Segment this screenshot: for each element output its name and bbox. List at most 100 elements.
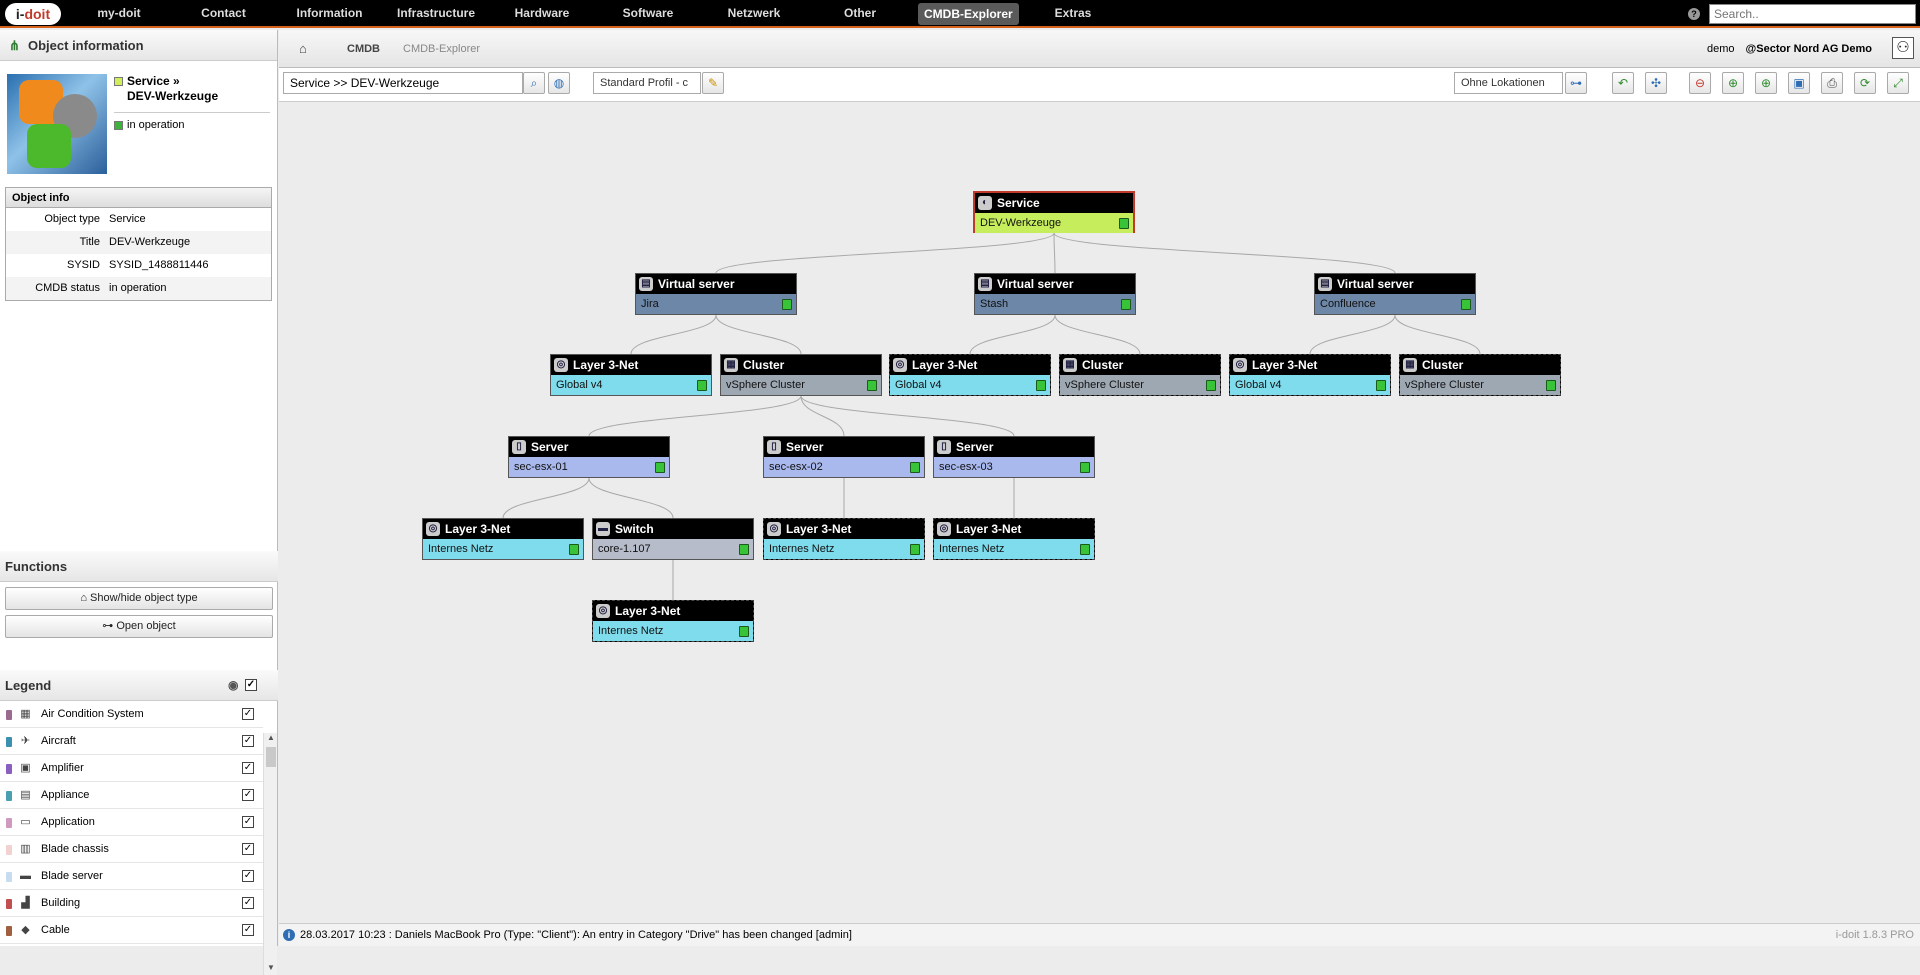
nav-contact[interactable]: Contact: [196, 0, 251, 26]
graph-node[interactable]: ◐ Service DEV-Werkzeuge: [973, 191, 1135, 233]
avatar-icon[interactable]: ⚇: [1892, 37, 1914, 59]
status-indicator: [697, 380, 707, 391]
fullscreen-icon[interactable]: ⤢: [1887, 72, 1909, 94]
zoom-in-icon[interactable]: ⊕: [1755, 72, 1777, 94]
i-doit-logo[interactable]: i-doit: [5, 3, 61, 25]
graph-edge: [800, 395, 1015, 437]
node-title-bar: Confluence: [1315, 294, 1475, 314]
graph-node[interactable]: ▯ Server sec-esx-02: [763, 436, 925, 478]
global-search-input[interactable]: [1709, 4, 1916, 24]
legend-item-checkbox[interactable]: ✓: [242, 870, 254, 882]
legend-item-checkbox[interactable]: ✓: [242, 897, 254, 909]
graph-node[interactable]: ◎ Layer 3-Net Internes Netz: [592, 600, 754, 642]
graph-node[interactable]: ▦ Cluster vSphere Cluster: [1059, 354, 1221, 396]
legend-item-checkbox[interactable]: ✓: [242, 708, 254, 720]
info-row-cmdb-status: CMDB status in operation: [6, 277, 271, 300]
legend-item-label: Cable: [41, 924, 70, 936]
nav-information[interactable]: Information: [292, 0, 367, 26]
profile-select[interactable]: Standard Profil - c: [593, 72, 701, 94]
legend-type-icon: ▤: [20, 789, 31, 801]
cmdb-explorer-canvas[interactable]: ◐ Service DEV-Werkzeuge ▤ Virtual server Jira…: [279, 103, 1920, 923]
legend-scrollbar[interactable]: ▲ ▼: [263, 733, 277, 975]
nav-hardware[interactable]: Hardware: [512, 0, 572, 26]
status-indicator: [1461, 299, 1471, 310]
nav-my-doit[interactable]: my-doit: [88, 0, 150, 26]
color-wheel-icon[interactable]: ◍: [548, 72, 570, 94]
nav-netzwerk[interactable]: Netzwerk: [724, 0, 784, 26]
legend-item[interactable]: ▤ Appliance ✓: [0, 782, 263, 809]
legend-item[interactable]: ▟ Building ✓: [0, 890, 263, 917]
nav-infrastructure[interactable]: Infrastructure: [394, 0, 478, 26]
graph-node[interactable]: ◎ Layer 3-Net Internes Netz: [933, 518, 1095, 560]
node-title: Internes Netz: [939, 543, 1005, 555]
graph-node[interactable]: ▤ Virtual server Confluence: [1314, 273, 1476, 315]
scroll-up-icon[interactable]: ▲: [264, 733, 278, 745]
eye-icon[interactable]: ◉: [228, 679, 244, 691]
print-icon[interactable]: ⎙: [1821, 72, 1843, 94]
graph-node[interactable]: ◎ Layer 3-Net Global v4: [889, 354, 1051, 396]
legend-item-checkbox[interactable]: ✓: [242, 789, 254, 801]
node-type-label: Layer 3-Net: [445, 522, 511, 536]
graph-node[interactable]: ▯ Server sec-esx-01: [508, 436, 670, 478]
layout-icon[interactable]: ✣: [1645, 72, 1667, 94]
object-search-field[interactable]: Service >> DEV-Werkzeuge: [283, 72, 523, 94]
nav-extras[interactable]: Extras: [1052, 0, 1094, 26]
node-type-header: ▦ Cluster: [1060, 355, 1220, 375]
legend-item-checkbox[interactable]: ✓: [242, 735, 254, 747]
graph-node[interactable]: ◎ Layer 3-Net Global v4: [550, 354, 712, 396]
graph-node[interactable]: ▬ Switch core-1.107: [592, 518, 754, 560]
legend-list: ▦ Air Condition System ✓ ✈ Aircraft ✓ ▣ Amplifi…: [0, 701, 278, 944]
home-icon[interactable]: ⌂: [299, 30, 313, 68]
graph-node[interactable]: ◎ Layer 3-Net Internes Netz: [422, 518, 584, 560]
legend-item-checkbox[interactable]: ✓: [242, 816, 254, 828]
open-object-button[interactable]: ⊶ Open object: [5, 615, 273, 638]
graph-node[interactable]: ▦ Cluster vSphere Cluster: [1399, 354, 1561, 396]
show-hide-object-type-button[interactable]: ⌂ Show/hide object type: [5, 587, 273, 610]
graph-edge: [715, 232, 1055, 274]
legend-item[interactable]: ▭ Application ✓: [0, 809, 263, 836]
link-icon[interactable]: ⊶: [1565, 72, 1587, 94]
graph-node[interactable]: ▯ Server sec-esx-03: [933, 436, 1095, 478]
user-name[interactable]: demo: [1707, 43, 1735, 55]
search-icon[interactable]: ⌕: [523, 72, 545, 94]
legend-item[interactable]: ▦ Air Condition System ✓: [0, 701, 263, 728]
save-icon[interactable]: ▣: [1788, 72, 1810, 94]
graph-node[interactable]: ▤ Virtual server Stash: [974, 273, 1136, 315]
graph-node[interactable]: ◎ Layer 3-Net Global v4: [1229, 354, 1391, 396]
object-info-header: Object info: [6, 188, 271, 208]
nav-software[interactable]: Software: [620, 0, 676, 26]
nav-cmdb-explorer[interactable]: CMDB-Explorer: [918, 3, 1019, 25]
graph-node[interactable]: ▤ Virtual server Jira: [635, 273, 797, 315]
edit-pencil-icon[interactable]: ✎: [702, 72, 724, 94]
object-type-icon: ▤: [978, 277, 992, 291]
legend-color-swatch: [6, 872, 12, 882]
graph-node[interactable]: ▦ Cluster vSphere Cluster: [720, 354, 882, 396]
nav-other[interactable]: Other: [842, 0, 878, 26]
legend-item[interactable]: ✈ Aircraft ✓: [0, 728, 263, 755]
legend-item[interactable]: ▬ Blade server ✓: [0, 863, 263, 890]
legend-type-icon: ◆: [21, 924, 30, 936]
breadcrumb-cmdb[interactable]: CMDB: [347, 30, 380, 68]
zoom-out-icon[interactable]: ⊖: [1689, 72, 1711, 94]
legend-item[interactable]: ◆ Cable ✓: [0, 917, 263, 944]
legend-item-checkbox[interactable]: ✓: [242, 843, 254, 855]
legend-item-checkbox[interactable]: ✓: [242, 924, 254, 936]
legend-item[interactable]: ▥ Blade chassis ✓: [0, 836, 263, 863]
legend-item[interactable]: ▣ Amplifier ✓: [0, 755, 263, 782]
node-title-bar: sec-esx-03: [934, 457, 1094, 477]
scroll-down-icon[interactable]: ▼: [264, 963, 278, 975]
legend-select-all-checkbox[interactable]: ✓: [245, 679, 257, 691]
legend-type-icon: ▣: [20, 762, 31, 774]
scrollbar-thumb[interactable]: [266, 747, 276, 767]
graph-node[interactable]: ◎ Layer 3-Net Internes Netz: [763, 518, 925, 560]
center-icon[interactable]: ⊕: [1722, 72, 1744, 94]
refresh-icon[interactable]: ⟳: [1854, 72, 1876, 94]
puzzle-piece-green: [27, 124, 71, 168]
undo-icon[interactable]: ↶: [1612, 72, 1634, 94]
legend-item-checkbox[interactable]: ✓: [242, 762, 254, 774]
location-select[interactable]: Ohne Lokationen: [1454, 72, 1563, 94]
tenant-name[interactable]: @Sector Nord AG Demo: [1746, 43, 1872, 55]
legend-color-swatch: [6, 926, 12, 936]
help-icon[interactable]: ?: [1688, 8, 1700, 20]
node-title: vSphere Cluster: [726, 379, 805, 391]
